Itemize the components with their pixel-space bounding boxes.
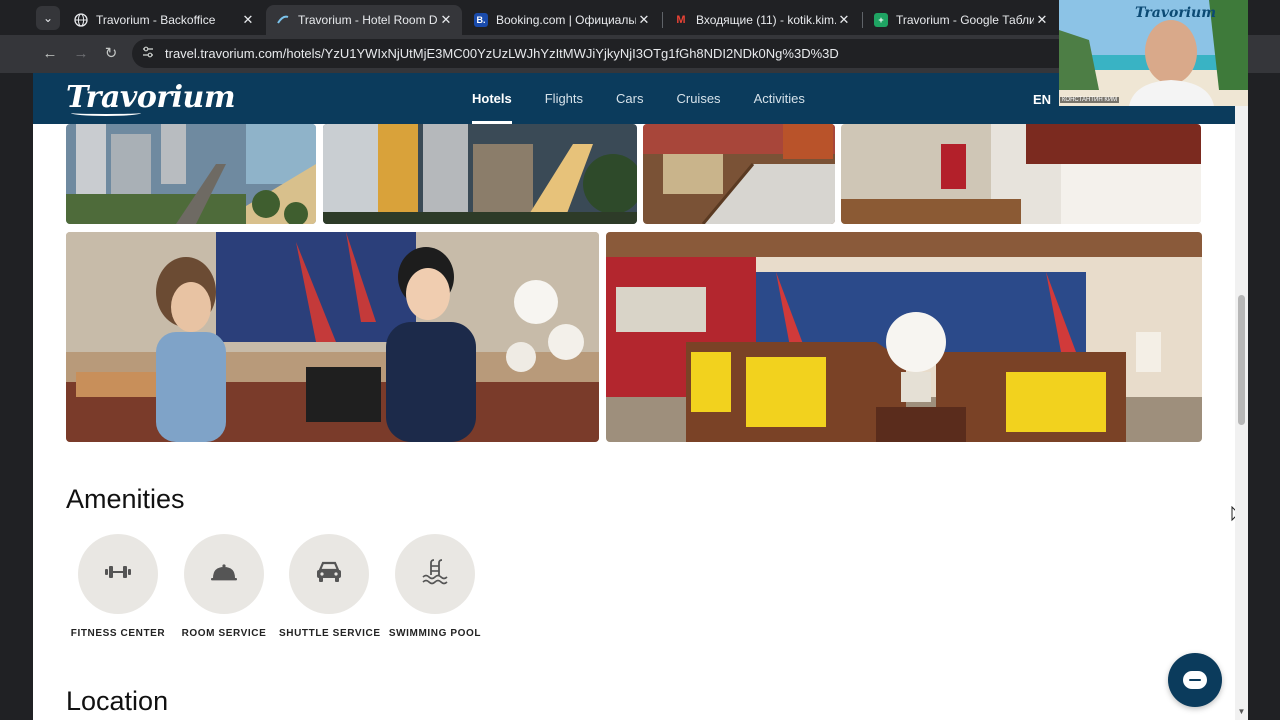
close-tab-icon[interactable]: ✕ [836, 12, 852, 28]
nav-flights[interactable]: Flights [545, 73, 583, 124]
tab-gmail[interactable]: M Входящие (11) - kotik.kim.85@ ✕ [664, 5, 860, 35]
tab-title: Входящие (11) - kotik.kim.85@ [696, 13, 836, 27]
dumbbell-icon [104, 564, 132, 585]
nav-activities[interactable]: Activities [754, 73, 805, 124]
close-tab-icon[interactable]: ✕ [240, 12, 256, 28]
amenity-label: FITNESS CENTER [70, 628, 166, 639]
amenity-label: SWIMMING POOL [388, 628, 482, 639]
hotel-photo-lobby-stairs[interactable] [643, 124, 835, 224]
travorium-icon [276, 13, 290, 27]
amenity-room-service: ROOM SERVICE [174, 534, 274, 639]
sheets-icon: + [874, 13, 888, 27]
site-settings-icon[interactable] [140, 45, 156, 61]
page-scrollbar[interactable]: ▼ [1235, 73, 1248, 720]
web-page: Travorium Hotels Flights Cars Cruises Ac… [33, 73, 1235, 720]
nav-cars[interactable]: Cars [616, 73, 643, 124]
hotel-photo-corridor[interactable] [841, 124, 1201, 224]
tab-google-sheets[interactable]: + Travorium - Google Таблицы ✕ [864, 5, 1058, 35]
close-tab-icon[interactable]: ✕ [438, 12, 454, 28]
tab-search-chevron-icon[interactable]: ⌄ [36, 6, 60, 30]
site-header: Travorium Hotels Flights Cars Cruises Ac… [33, 73, 1235, 124]
scrollbar-thumb[interactable] [1238, 295, 1245, 425]
nav-hotels[interactable]: Hotels [472, 73, 512, 124]
tab-booking[interactable]: B. Booking.com | Официальный с ✕ [464, 5, 660, 35]
language-selector[interactable]: EN [1033, 92, 1051, 107]
hotel-photo-reception-checkin[interactable] [66, 232, 599, 442]
amenity-swimming-pool: SWIMMING POOL [385, 534, 485, 639]
url-text: travel.travorium.com/hotels/YzU1YWIxNjUt… [165, 46, 839, 61]
gmail-icon: M [676, 14, 686, 26]
tab-divider [662, 12, 663, 28]
tab-title: Travorium - Backoffice [96, 13, 216, 27]
reload-icon[interactable]: ↻ [100, 43, 122, 65]
hotel-photo-city-beach[interactable] [66, 124, 316, 224]
amenity-shuttle-service: SHUTTLE SERVICE [279, 534, 381, 639]
back-arrow-icon[interactable]: ← [39, 43, 61, 65]
scroll-down-arrow-icon[interactable]: ▼ [1237, 707, 1246, 716]
nav-cruises[interactable]: Cruises [676, 73, 720, 124]
cloche-icon [210, 562, 238, 587]
window-edge [1248, 73, 1280, 720]
amenities-title: Amenities [66, 484, 185, 514]
hotel-photo-city-night[interactable] [323, 124, 637, 224]
address-bar[interactable]: travel.travorium.com/hotels/YzU1YWIxNjUt… [132, 39, 1072, 68]
pool-icon [421, 558, 449, 590]
hotel-photo-reception-desk[interactable] [606, 232, 1202, 442]
webcam-overlay: Travorium КОНСТАНТИН КИМ [1059, 0, 1248, 106]
tab-title: Travorium - Hotel Room Detail [298, 13, 438, 27]
chat-bubble-icon [1183, 671, 1207, 689]
webcam-brand-logo: Travorium [1135, 5, 1217, 21]
tab-divider [862, 12, 863, 28]
webcam-caption: КОНСТАНТИН КИМ [1060, 97, 1120, 103]
tab-backoffice[interactable]: Travorium - Backoffice ✕ [64, 5, 264, 35]
globe-icon [74, 13, 88, 27]
tab-title: Travorium - Google Таблицы [896, 13, 1034, 27]
forward-arrow-icon[interactable]: → [70, 43, 92, 65]
amenity-label: ROOM SERVICE [181, 628, 267, 639]
tab-title: Booking.com | Официальный с [496, 13, 636, 27]
tab-hotel-room-detail[interactable]: Travorium - Hotel Room Detail ✕ [266, 5, 462, 35]
car-icon [315, 561, 343, 588]
chat-button[interactable] [1168, 653, 1222, 707]
amenity-fitness-center: FITNESS CENTER [68, 534, 168, 639]
main-nav: Hotels Flights Cars Cruises Activities [472, 73, 838, 124]
booking-icon: B. [474, 13, 488, 27]
location-title: Location [66, 686, 169, 716]
logo-swoosh-icon [71, 110, 141, 116]
amenity-label: SHUTTLE SERVICE [279, 628, 381, 639]
close-tab-icon[interactable]: ✕ [636, 12, 652, 28]
close-tab-icon[interactable]: ✕ [1034, 12, 1050, 28]
